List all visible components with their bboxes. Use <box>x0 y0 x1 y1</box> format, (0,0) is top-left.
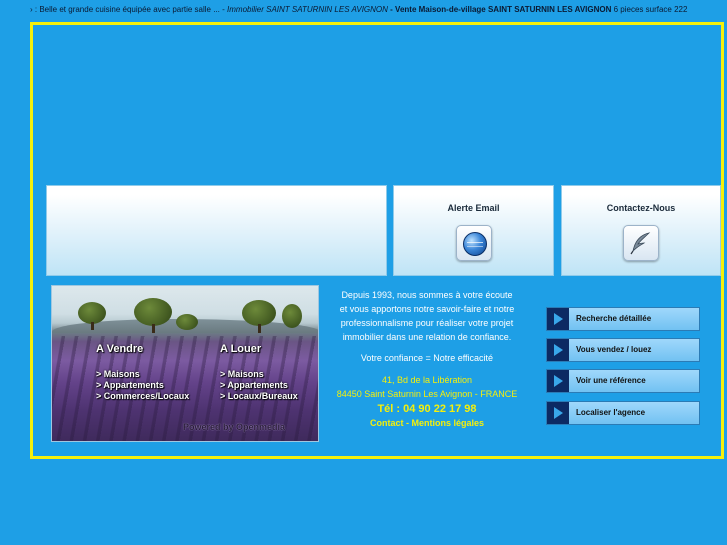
banner-tree <box>242 300 276 326</box>
intro-line: professionnalisme pour réaliser votre pr… <box>340 318 514 328</box>
slogan: Votre confiance = Notre efficacité <box>360 353 494 363</box>
contact-link[interactable]: Contact <box>370 418 404 428</box>
for-sale-commercial-link[interactable]: > Commerces/Locaux <box>96 391 189 402</box>
feather-pen-icon <box>630 232 651 255</box>
contact-title: Contactez-Nous <box>606 203 676 213</box>
intro-line: Depuis 1993, nous sommes à votre écoute <box>341 290 513 300</box>
ticker-listing-title: - Vente Maison-de-village SAINT SATURNIN… <box>390 5 612 14</box>
view-reference-button[interactable]: Voir une référence <box>546 369 700 393</box>
intro-line: immobilier dans une relation de confianc… <box>342 332 512 342</box>
globe-icon <box>462 232 487 256</box>
address-city: 84450 Saint Saturnin Les Avignon - FRANC… <box>336 389 518 399</box>
banner-tree <box>78 302 106 324</box>
for-rent-offices-link[interactable]: > Locaux/Bureaux <box>220 391 298 402</box>
lavender-banner-image: A Vendre > Maisons > Appartements > Comm… <box>51 285 319 442</box>
contact-button[interactable] <box>623 225 659 261</box>
powered-by-text[interactable]: Powered by Openmedia <box>183 422 285 432</box>
legal-notice-link[interactable]: Mentions légales <box>411 418 484 428</box>
for-rent-column: A Louer > Maisons > Appartements > Locau… <box>220 343 298 402</box>
info-panel <box>46 185 387 276</box>
detailed-search-button[interactable]: Recherche détaillée <box>546 307 700 331</box>
locate-agency-label: Localiser l'agence <box>576 408 646 417</box>
banner-tree-trunk <box>258 324 261 333</box>
for-sale-column: A Vendre > Maisons > Appartements > Comm… <box>96 343 189 402</box>
sell-rent-button[interactable]: Vous vendez / louez <box>546 338 700 362</box>
arrow-right-icon <box>547 370 569 392</box>
agency-info: Depuis 1993, nous sommes à votre écoute … <box>322 288 532 430</box>
contact-panel: Contactez-Nous <box>561 185 721 276</box>
locate-agency-button[interactable]: Localiser l'agence <box>546 401 700 425</box>
for-rent-apartments-link[interactable]: > Appartements <box>220 380 298 391</box>
for-sale-title[interactable]: A Vendre <box>96 343 189 355</box>
banner-tree <box>176 314 198 330</box>
news-ticker[interactable]: › : Belle et grande cuisine équipée avec… <box>0 0 727 20</box>
banner-tree <box>134 298 172 326</box>
alert-email-title: Alerte Email <box>447 203 500 213</box>
sell-rent-label: Vous vendez / louez <box>576 345 652 354</box>
detailed-search-label: Recherche détaillée <box>576 314 652 323</box>
view-reference-label: Voir une référence <box>576 376 646 385</box>
ticker-text: › : Belle et grande cuisine équipée avec… <box>30 5 225 14</box>
banner-tree-trunk <box>152 324 155 333</box>
address-street: 41, Bd de la Libération <box>381 375 473 385</box>
alert-email-panel: Alerte Email <box>393 185 554 276</box>
intro-line: et vous apportons notre savoir-faire et … <box>339 304 515 314</box>
for-rent-houses-link[interactable]: > Maisons <box>220 369 298 380</box>
footer-links: Contact - Mentions légales <box>322 416 532 430</box>
arrow-right-icon <box>547 308 569 330</box>
arrow-right-icon <box>547 339 569 361</box>
banner-tree <box>282 304 302 328</box>
ticker-category: Immobilier SAINT SATURNIN LES AVIGNON <box>227 5 388 14</box>
for-rent-title[interactable]: A Louer <box>220 343 298 355</box>
for-sale-houses-link[interactable]: > Maisons <box>96 369 189 380</box>
arrow-right-icon <box>547 402 569 424</box>
for-sale-apartments-link[interactable]: > Appartements <box>96 380 189 391</box>
alert-email-button[interactable] <box>455 225 492 261</box>
phone-number: Tél : 04 90 22 17 98 <box>377 403 477 415</box>
ticker-listing-detail: 6 pieces surface 222 <box>613 5 688 14</box>
banner-tree-trunk <box>91 322 94 330</box>
